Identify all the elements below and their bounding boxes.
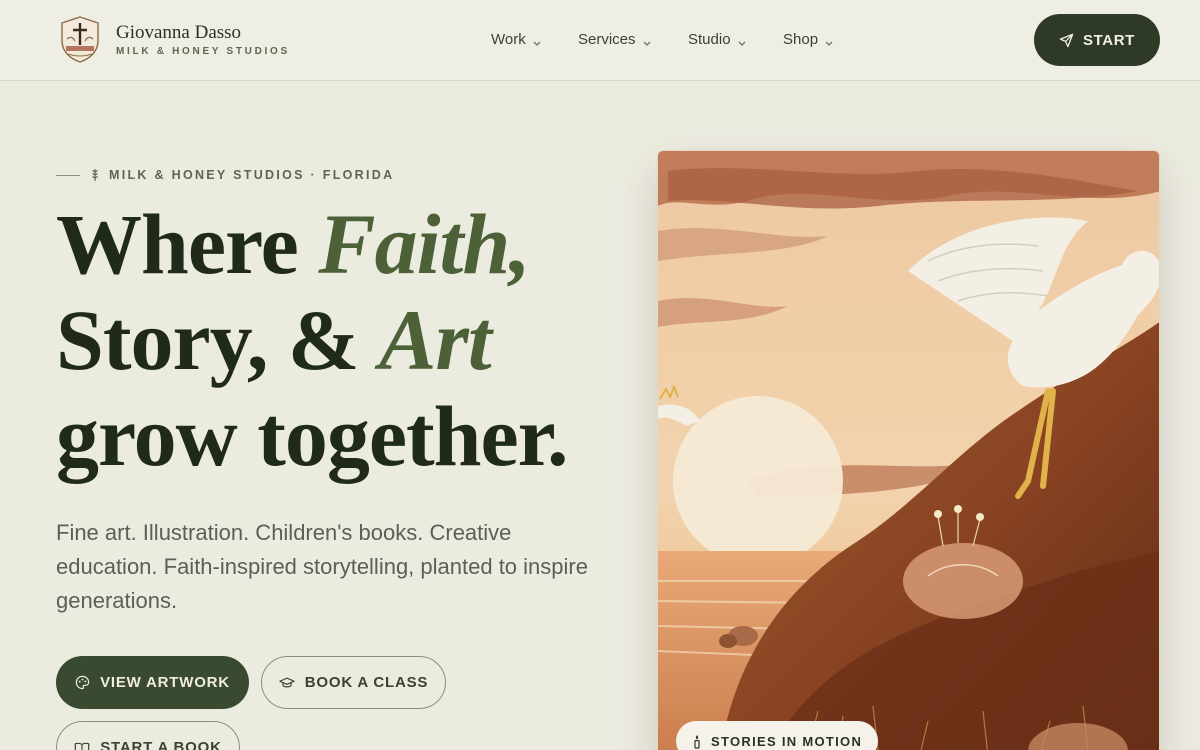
book-class-button[interactable]: BOOK A CLASS: [261, 656, 446, 709]
eyebrow-rule: [56, 174, 80, 176]
chevron-down-icon: [643, 41, 650, 46]
nav-item-work[interactable]: Work: [491, 31, 542, 48]
headline-line-3: grow together.: [56, 388, 568, 484]
stories-in-motion-badge[interactable]: STORIES IN MOTION: [676, 721, 879, 750]
start-book-label: START A BOOK: [100, 739, 222, 750]
hero-eyebrow: MILK & HONEY STUDIOS · FLORIDA: [56, 168, 394, 182]
headline-line-2: Story, & Art: [56, 292, 567, 388]
book-icon: [74, 742, 90, 750]
start-button-label: START: [1083, 31, 1135, 49]
graduation-cap-icon: [279, 677, 295, 687]
swan-illustration: [658, 151, 1159, 750]
wheat-icon: [92, 169, 98, 181]
nav-item-shop[interactable]: Shop: [783, 31, 834, 48]
chevron-down-icon: [825, 41, 833, 46]
send-icon: [1059, 33, 1074, 47]
hero-artwork[interactable]: [657, 150, 1160, 750]
chevron-down-icon: [738, 41, 746, 46]
nav-item-studio[interactable]: Studio: [688, 31, 747, 48]
nav-label: Shop: [783, 31, 819, 48]
candle-icon: [694, 734, 700, 749]
view-artwork-label: VIEW ARTWORK: [100, 674, 230, 691]
headline-line-1: Where Faith,: [56, 196, 567, 292]
badge-label: STORIES IN MOTION: [711, 733, 863, 749]
nav-label: Work: [491, 31, 526, 48]
start-button[interactable]: START: [1034, 14, 1160, 66]
headline-emphasis: Faith,: [318, 196, 530, 292]
headline-text: Where: [56, 196, 319, 292]
nav-label: Studio: [688, 31, 731, 48]
hero-headline: Where Faith, Story, & Art grow together.: [56, 196, 568, 484]
start-book-button[interactable]: START A BOOK: [56, 721, 240, 750]
palette-icon: [75, 675, 90, 690]
book-class-label: BOOK A CLASS: [304, 674, 429, 691]
hero-description: Fine art. Illustration. Children's books…: [56, 520, 588, 613]
headline-text: Story, &: [56, 292, 380, 388]
nav-label: Services: [578, 31, 636, 48]
site-header: Giovanna Dasso MILK & HONEY STUDIOS Work…: [0, 0, 1200, 81]
chevron-down-icon: [533, 41, 541, 46]
view-artwork-button[interactable]: VIEW ARTWORK: [56, 656, 249, 709]
logo-emblem[interactable]: [58, 15, 102, 63]
nav-item-services[interactable]: Services: [578, 31, 652, 48]
headline-emphasis: Art: [379, 292, 492, 388]
eyebrow-text: MILK & HONEY STUDIOS · FLORIDA: [109, 168, 395, 182]
brand-name[interactable]: Giovanna Dasso: [116, 22, 241, 44]
brand-subtitle: MILK & HONEY STUDIOS: [116, 46, 290, 57]
